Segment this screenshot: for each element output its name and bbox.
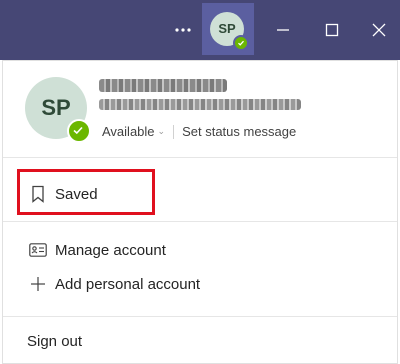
close-icon	[372, 23, 386, 37]
chevron-down-icon[interactable]: ⌄	[158, 126, 166, 137]
available-status-icon	[233, 35, 249, 51]
ellipsis-icon	[175, 28, 191, 32]
status-separator	[173, 124, 175, 139]
status-dropdown[interactable]: Available	[102, 124, 155, 139]
set-status-message-link[interactable]: Set status message	[182, 124, 296, 139]
maximize-icon	[325, 23, 339, 37]
account-menu-popup: SP Available ⌄ Set status message Saved Ma…	[2, 60, 398, 364]
divider	[3, 316, 397, 317]
redacted-user-email	[99, 99, 301, 110]
add-personal-account-menu-item[interactable]: Add personal account	[27, 273, 200, 295]
sign-out-menu-item[interactable]: Sign out	[27, 330, 82, 352]
redacted-user-name	[99, 79, 227, 92]
divider	[3, 221, 397, 222]
minimize-button[interactable]	[270, 17, 296, 43]
title-bar: SP	[0, 0, 400, 60]
divider	[3, 157, 397, 158]
available-status-icon	[67, 119, 91, 143]
add-personal-account-label: Add personal account	[55, 275, 201, 293]
minimize-icon	[277, 29, 289, 31]
maximize-button[interactable]	[319, 17, 345, 43]
sign-out-label: Sign out	[27, 332, 83, 350]
manage-account-label: Manage account	[55, 241, 166, 259]
status-row: Available ⌄ Set status message	[102, 123, 296, 141]
more-options-button[interactable]	[170, 17, 196, 43]
profile-avatar-button[interactable]: SP	[202, 3, 254, 55]
contact-card-icon	[27, 240, 49, 260]
highlight-box	[17, 169, 155, 215]
manage-account-menu-item[interactable]: Manage account	[27, 239, 166, 261]
plus-icon	[27, 274, 49, 294]
close-button[interactable]	[366, 17, 392, 43]
